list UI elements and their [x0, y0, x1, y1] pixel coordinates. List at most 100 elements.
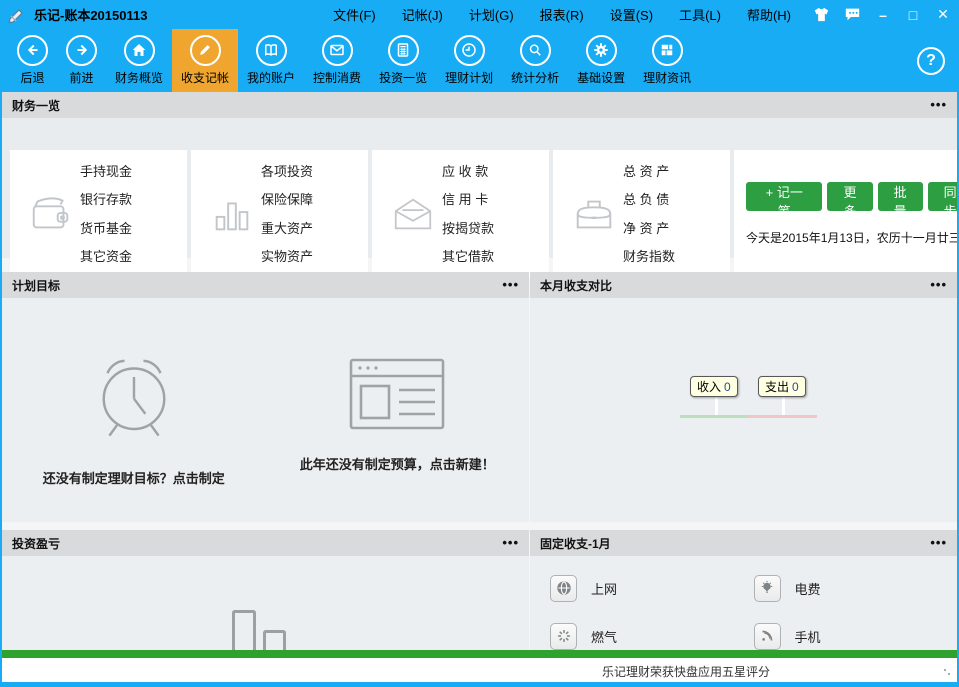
total-link[interactable]: 总 资 产 — [623, 158, 675, 185]
feedback-bubble-icon[interactable] — [844, 7, 861, 22]
no-goal-prompt[interactable]: 还没有制定理财目标？点击制定 — [43, 468, 225, 487]
maximize-button[interactable]: □ — [905, 7, 921, 23]
toolbar-finance-news[interactable]: 理财资讯 — [634, 29, 700, 92]
panel-menu-button[interactable]: ••• — [502, 280, 519, 290]
more-button[interactable]: 更多 — [827, 182, 872, 211]
toolbar-spend-control[interactable]: 控制消费 — [304, 29, 370, 92]
total-link[interactable]: 总 负 债 — [623, 186, 675, 213]
back-arrow-icon — [17, 35, 48, 66]
asset-link[interactable]: 手持现金 — [80, 158, 132, 185]
minimize-button[interactable]: – — [875, 7, 891, 23]
panel-menu-button[interactable]: ••• — [930, 280, 947, 290]
month-compare-body: 收入 0 支出 0 — [530, 298, 957, 522]
liability-link[interactable]: 按揭贷款 — [442, 215, 494, 242]
toolbar-statistics[interactable]: 统计分析 — [502, 29, 568, 92]
toolbar-investments[interactable]: 投资一览 — [370, 29, 436, 92]
app-logo-icon — [8, 6, 26, 24]
finance-overview-header: 财务一览 ••• — [2, 92, 957, 118]
expense-tooltip: 支出 0 — [758, 376, 806, 397]
total-link[interactable]: 净 资 产 — [623, 215, 675, 242]
asset-link[interactable]: 银行存款 — [80, 186, 132, 213]
gas-icon — [550, 623, 577, 650]
panel-menu-button[interactable]: ••• — [502, 538, 519, 548]
menu-tools[interactable]: 工具(L) — [679, 5, 721, 24]
investment-link[interactable]: 重大资产 — [261, 215, 313, 242]
investment-link[interactable]: 保险保障 — [261, 186, 313, 213]
income-line-segment — [680, 415, 748, 418]
no-budget-prompt[interactable]: 此年还没有制定预算，点击新建！ — [300, 454, 495, 473]
income-label: 收入 — [697, 378, 721, 395]
month-compare-header: 本月收支对比 ••• — [530, 272, 957, 298]
liability-link[interactable]: 应 收 款 — [442, 158, 494, 185]
sync-button[interactable]: 同步 — [928, 182, 957, 211]
expense-stem — [782, 397, 785, 415]
menu-help[interactable]: 帮助(H) — [747, 5, 791, 24]
fixed-item-gas[interactable]: 燃气 — [550, 612, 754, 650]
toolbar-my-accounts[interactable]: 我的账户 — [238, 29, 304, 92]
budget-window-icon — [347, 356, 447, 432]
income-stem — [715, 397, 718, 415]
bottom-accent-bar — [2, 650, 957, 658]
liability-link[interactable]: 其它借款 — [442, 243, 494, 270]
skin-shirt-icon[interactable] — [813, 7, 830, 22]
fixed-item-electricity[interactable]: 电费 — [754, 564, 958, 612]
toolbar-record-active[interactable]: 收支记帐 — [172, 29, 238, 92]
expense-line-segment — [748, 415, 817, 418]
plan-goals-header: 计划目标 ••• — [2, 272, 529, 298]
liability-link[interactable]: 信 用 卡 — [442, 186, 494, 213]
bar-chart-icon — [203, 191, 261, 237]
plan-goals-body: 还没有制定理财目标？点击制定 此年还没有制定预算，点击新建！ — [2, 298, 529, 522]
asset-link[interactable]: 货币基金 — [80, 215, 132, 242]
clock-icon — [454, 35, 485, 66]
toolbar-finance-plan[interactable]: 理财计划 — [436, 29, 502, 92]
total-link[interactable]: 财务指数 — [623, 243, 675, 270]
asset-link[interactable]: 其它资金 — [80, 243, 132, 270]
toolbar-back[interactable]: 后退 — [8, 29, 57, 92]
menu-record[interactable]: 记帐(J) — [402, 5, 443, 24]
investment-link[interactable]: 各项投资 — [261, 158, 313, 185]
content-area: 财务一览 ••• 手持现金 银行存款 — [2, 92, 957, 650]
fixed-item-internet[interactable]: 上网 — [550, 564, 754, 612]
assets-card[interactable]: 手持现金 银行存款 货币基金 其它资金 — [10, 150, 187, 278]
investment-link[interactable]: 实物资产 — [261, 243, 313, 270]
statusbar: 乐记理财荣获快盘应用五星评分 — [2, 658, 957, 682]
expense-value: 0 — [792, 380, 799, 394]
panel-title: 投资盈亏 — [12, 535, 60, 552]
bulb-icon — [754, 575, 781, 602]
menu-report[interactable]: 报表(R) — [540, 5, 584, 24]
titlebar: 乐记-账本20150113 文件(F) 记帐(J) 计划(G) 报表(R) 设置… — [0, 0, 959, 29]
home-icon — [124, 35, 155, 66]
menu-plan[interactable]: 计划(G) — [469, 5, 514, 24]
help-button[interactable]: ? — [917, 47, 945, 75]
fixed-item-mobile[interactable]: 手机 — [754, 612, 958, 650]
toolbar-finance-overview[interactable]: 财务概览 — [106, 29, 172, 92]
briefcase-icon — [565, 191, 623, 237]
toolbar-base-settings[interactable]: 基础设置 — [568, 29, 634, 92]
wallet-icon — [22, 191, 80, 237]
investments-card[interactable]: 各项投资 保险保障 重大资产 实物资产 — [191, 150, 368, 278]
calculator-icon — [388, 35, 419, 66]
panel-title: 本月收支对比 — [540, 277, 612, 294]
menu-file[interactable]: 文件(F) — [333, 5, 376, 24]
quick-actions-card: + 记一笔 更多 批量 同步 今天是2015年1月13日，农历十一月廿三。 — [734, 150, 957, 278]
totals-card[interactable]: 总 资 产 总 负 债 净 资 产 财务指数 — [553, 150, 730, 278]
investment-pl-header: 投资盈亏 ••• — [2, 530, 529, 556]
resize-grip-icon[interactable] — [943, 668, 953, 678]
batch-button[interactable]: 批量 — [878, 182, 923, 211]
record-entry-button[interactable]: + 记一笔 — [746, 182, 822, 211]
income-value: 0 — [724, 380, 731, 394]
toolbar-forward[interactable]: 前进 — [57, 29, 106, 92]
panel-menu-button[interactable]: ••• — [930, 538, 947, 548]
close-button[interactable]: ✕ — [935, 6, 951, 23]
main-toolbar: 后退 前进 财务概览 收支记帐 我的账户 — [2, 29, 957, 92]
liabilities-card[interactable]: 应 收 款 信 用 卡 按揭贷款 其它借款 — [372, 150, 549, 278]
expense-label: 支出 — [765, 378, 789, 395]
mail-open-icon — [384, 191, 442, 237]
fixed-income-header: 固定收支-1月 ••• — [530, 530, 957, 556]
panel-title: 固定收支-1月 — [540, 535, 611, 552]
pencil-icon — [190, 35, 221, 66]
status-message[interactable]: 乐记理财荣获快盘应用五星评分 — [602, 663, 770, 680]
panel-menu-button[interactable]: ••• — [930, 100, 947, 110]
menu-settings[interactable]: 设置(S) — [610, 5, 653, 24]
tiles-icon — [652, 35, 683, 66]
